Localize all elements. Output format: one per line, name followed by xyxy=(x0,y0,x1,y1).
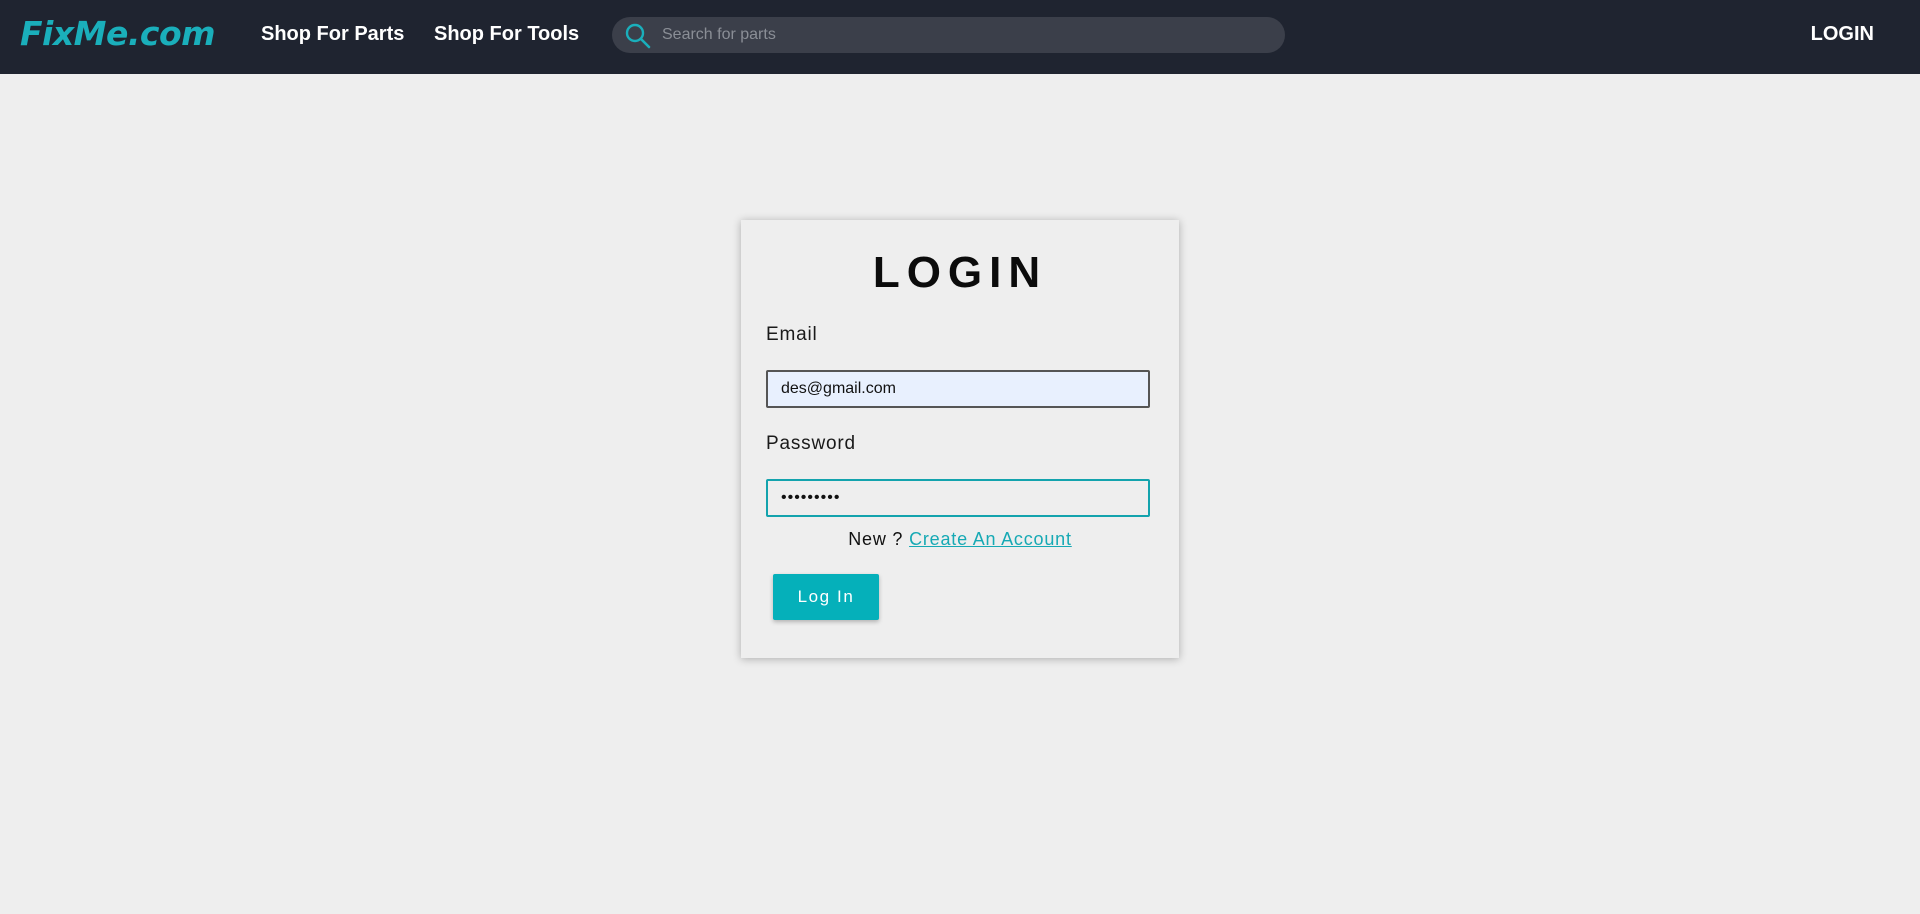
email-field[interactable] xyxy=(766,370,1150,408)
password-label: Password xyxy=(766,433,856,454)
navbar: FixMe.com Shop For Parts Shop For Tools … xyxy=(0,0,1920,74)
login-submit-button[interactable]: Log In xyxy=(773,574,879,620)
password-field[interactable] xyxy=(766,479,1150,517)
nav-shop-for-tools[interactable]: Shop For Tools xyxy=(434,22,579,46)
create-account-link[interactable]: Create An Account xyxy=(909,529,1072,549)
search-bar[interactable] xyxy=(612,17,1285,53)
email-label: Email xyxy=(766,324,818,345)
signup-row: New ? Create An Account xyxy=(741,528,1179,550)
search-input[interactable] xyxy=(662,17,1262,53)
site-logo[interactable]: FixMe.com xyxy=(20,14,216,54)
nav-login-link[interactable]: LOGIN xyxy=(1811,22,1874,46)
nav-shop-for-parts[interactable]: Shop For Parts xyxy=(261,22,404,46)
login-card: LOGIN Email Password New ? Create An Acc… xyxy=(741,220,1179,658)
login-title: LOGIN xyxy=(872,248,1048,297)
signup-prompt: New ? xyxy=(848,529,904,549)
search-icon[interactable] xyxy=(624,22,652,50)
